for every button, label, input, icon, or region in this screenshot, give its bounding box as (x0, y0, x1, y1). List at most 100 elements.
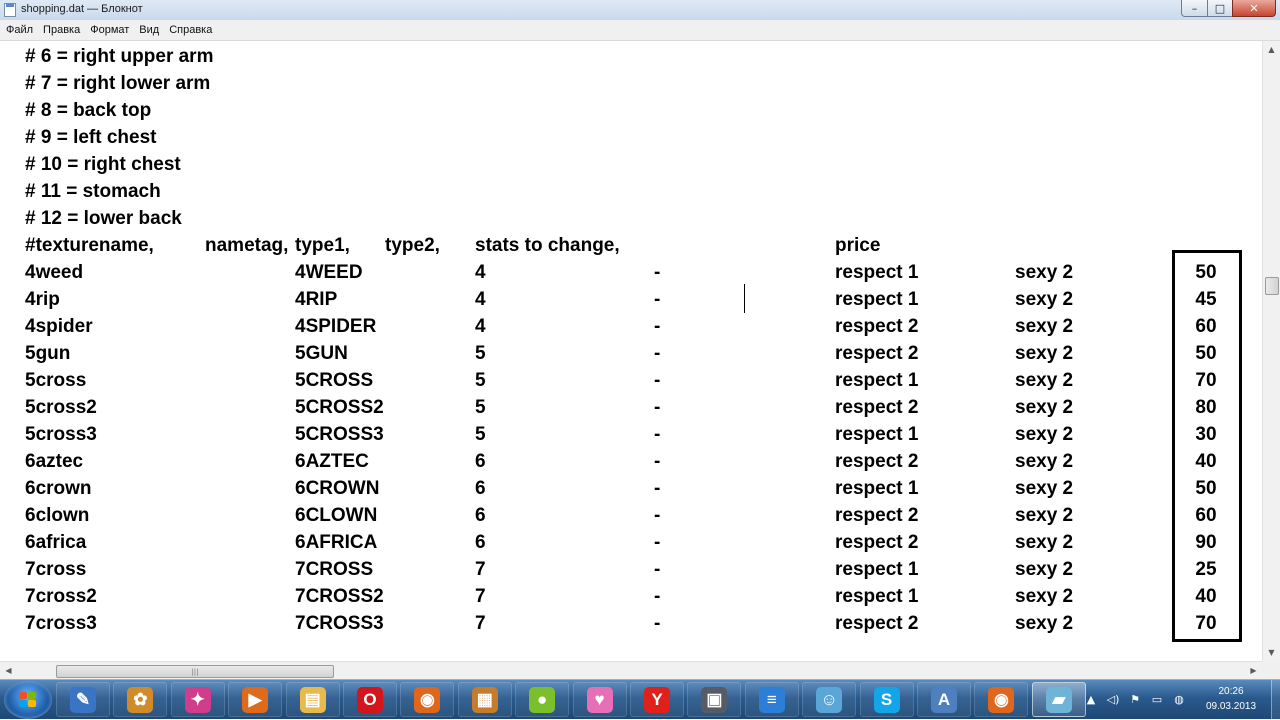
menu-item[interactable]: Правка (38, 24, 85, 36)
data-row: 6aztec 6AZTEC 6 - respect 2 sexy 2 40 (0, 448, 1262, 475)
action-center-flag-icon[interactable]: ⚑ (1128, 693, 1142, 706)
row-stat2: sexy 2 (1015, 397, 1074, 418)
row-stat1: respect 2 (835, 532, 919, 553)
taskbar-button[interactable]: Y (630, 682, 684, 717)
row-type2: - (654, 613, 661, 634)
row-stat1: respect 2 (835, 397, 919, 418)
window-title: shopping.dat — Блокнот (21, 3, 143, 15)
data-row: 4spider 4SPIDER 4 - respect 2 sexy 2 60 (0, 313, 1262, 340)
clock[interactable]: 20:26 09.03.2013 (1196, 684, 1266, 714)
row-stat2: sexy 2 (1015, 262, 1074, 283)
horizontal-scroll-thumb[interactable]: ||| (56, 665, 334, 678)
taskbar-button[interactable]: ▶ (228, 682, 283, 717)
row-price: 30 (1195, 424, 1217, 445)
scroll-left-icon[interactable]: ◀ (0, 662, 17, 679)
comment-text: # 9 = left chest (25, 127, 157, 148)
header-nametag: nametag, (205, 235, 289, 256)
vertical-scrollbar[interactable]: ▲ ▼ (1262, 41, 1280, 661)
data-row: 5cross2 5CROSS2 5 - respect 2 sexy 2 80 (0, 394, 1262, 421)
row-stat2: sexy 2 (1015, 532, 1074, 553)
menu-item[interactable]: Формат (85, 24, 134, 36)
row-stat1: respect 1 (835, 262, 919, 283)
row-nametag: 7CROSS2 (295, 586, 384, 607)
row-type2: - (654, 424, 661, 445)
row-type1: 4 (475, 262, 486, 283)
row-type1: 6 (475, 532, 486, 553)
taskbar-button[interactable]: ▦ (457, 682, 512, 717)
desktop-app-icon: ✎ (70, 686, 96, 713)
skype-icon: S (873, 686, 900, 713)
row-nametag: 6AFRICA (295, 532, 378, 553)
row-type2: - (654, 478, 661, 499)
vertical-scroll-thumb[interactable] (1265, 277, 1279, 295)
row-texturename: 4weed (25, 262, 84, 283)
row-texturename: 5gun (25, 343, 71, 364)
title-bar[interactable]: shopping.dat — Блокнот – □ ✕ (0, 0, 1280, 21)
taskbar-button[interactable]: ≡ (744, 682, 799, 717)
comment-text: # 6 = right upper arm (25, 46, 214, 67)
taskbar-button[interactable]: A (917, 682, 971, 717)
taskbar-button[interactable]: S (859, 682, 914, 717)
paint-icon: ✿ (127, 686, 154, 713)
taskbar-button[interactable]: ◉ (974, 682, 1029, 717)
comment-text: # 11 = stomach (25, 181, 161, 202)
row-stat2: sexy 2 (1015, 370, 1074, 391)
ball-app-icon: ● (529, 686, 556, 713)
row-type1: 4 (475, 289, 486, 310)
stack-app-icon: ≡ (758, 686, 785, 713)
row-type1: 5 (475, 343, 486, 364)
row-type1: 4 (475, 316, 486, 337)
tray-expand-icon[interactable]: ▲ (1084, 693, 1098, 706)
taskbar-button[interactable]: ♥ (572, 682, 627, 717)
taskbar-button[interactable]: ▣ (687, 682, 742, 717)
header-stats: stats to change, (475, 235, 620, 256)
minimize-button[interactable]: – (1181, 0, 1208, 17)
taskbar-button[interactable]: ▰ (1031, 682, 1086, 717)
comment-line: # 11 = stomach (0, 178, 1262, 205)
floppy-icon: ▣ (701, 686, 728, 713)
taskbar: ▲ ◁) ⚑ ▭ ◍ 20:26 09.03.2013 ✎ ✿ ✦ ▶ ▤ O ◉ ▦ ● ♥ Y ▣ ≡ ☺ S A… (0, 679, 1280, 720)
windows-logo-icon (19, 692, 37, 708)
menu-item[interactable]: Файл (0, 24, 38, 36)
row-stat1: respect 2 (835, 343, 919, 364)
taskbar-button[interactable]: ✦ (170, 682, 225, 717)
scroll-down-icon[interactable]: ▼ (1263, 644, 1280, 661)
data-row: 6clown 6CLOWN 6 - respect 2 sexy 2 60 (0, 502, 1262, 529)
taskbar-button[interactable]: ✿ (113, 682, 168, 717)
row-price: 45 (1195, 289, 1217, 310)
horizontal-scrollbar[interactable]: ◀ ||| ▶ (0, 661, 1262, 679)
taskbar-button[interactable]: ◉ (400, 682, 455, 717)
taskbar-button[interactable]: O (343, 682, 397, 717)
clock-date: 09.03.2013 (1205, 701, 1257, 712)
taskbar-button[interactable]: ☺ (802, 682, 857, 717)
taskbar-button[interactable]: ✎ (56, 682, 110, 717)
start-button[interactable] (4, 681, 52, 719)
row-stat1: respect 2 (835, 316, 919, 337)
close-button[interactable]: ✕ (1232, 0, 1276, 17)
row-stat1: respect 2 (835, 505, 919, 526)
row-nametag: 5CROSS3 (295, 424, 384, 445)
menu-item[interactable]: Вид (134, 24, 164, 36)
network-icon[interactable]: ▭ (1150, 693, 1164, 706)
row-stat2: sexy 2 (1015, 424, 1074, 445)
data-row: 6crown 6CROWN 6 - respect 1 sexy 2 50 (0, 475, 1262, 502)
row-texturename: 7cross3 (25, 613, 97, 634)
menu-item[interactable]: Справка (164, 24, 217, 36)
maximize-button[interactable]: □ (1207, 0, 1233, 17)
row-type2: - (654, 343, 661, 364)
comment-line: # 7 = right lower arm (0, 70, 1262, 97)
taskbar-button[interactable]: ● (515, 682, 570, 717)
text-editor[interactable]: # 6 = right upper arm # 7 = right lower a… (0, 41, 1262, 661)
row-type1: 6 (475, 505, 486, 526)
row-stat2: sexy 2 (1015, 613, 1074, 634)
scroll-right-icon[interactable]: ▶ (1245, 662, 1262, 679)
row-type1: 5 (475, 424, 486, 445)
show-desktop-button[interactable] (1271, 680, 1280, 720)
row-type2: - (654, 451, 661, 472)
resize-corner (1262, 661, 1280, 679)
scroll-up-icon[interactable]: ▲ (1263, 41, 1280, 58)
volume-icon[interactable]: ◁) (1106, 693, 1120, 706)
taskbar-button[interactable]: ▤ (285, 682, 340, 717)
data-row: 5gun 5GUN 5 - respect 2 sexy 2 50 (0, 340, 1262, 367)
security-icon[interactable]: ◍ (1172, 693, 1186, 706)
